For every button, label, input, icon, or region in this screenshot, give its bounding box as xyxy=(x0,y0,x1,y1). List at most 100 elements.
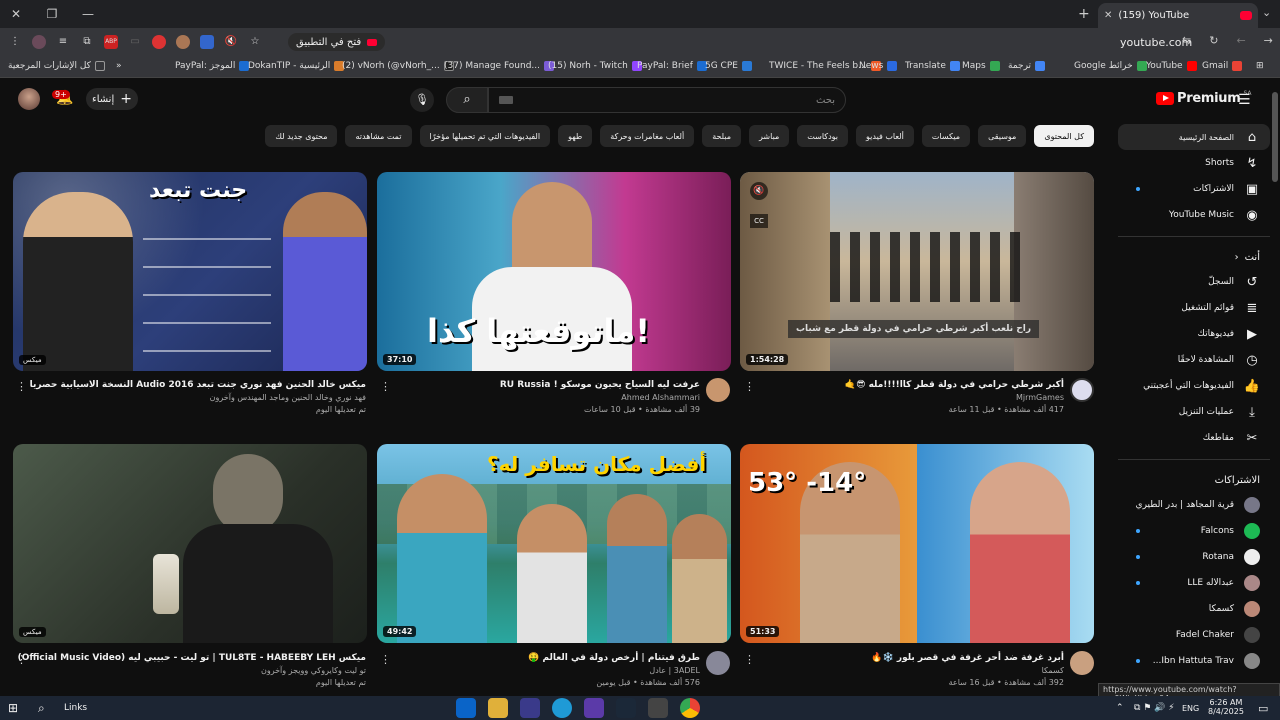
channel-name[interactable]: كسمكا xyxy=(760,666,1064,675)
more-options-icon[interactable]: ⋮ xyxy=(744,653,755,666)
sidebar-item-youtube-music[interactable]: ◉ YouTube Music xyxy=(1118,202,1270,228)
chip-music[interactable]: موسيقى xyxy=(978,125,1027,147)
tray-overflow-icon[interactable]: ⌃ xyxy=(1116,703,1124,713)
tab-search-icon[interactable]: ⌄ xyxy=(1262,6,1271,19)
file-explorer-icon[interactable] xyxy=(488,698,508,718)
bookmark-all[interactable]: كل الإشارات المرجعية xyxy=(8,61,105,71)
channel-name[interactable]: MjrmGames xyxy=(760,393,1064,402)
more-options-icon[interactable]: ⋮ xyxy=(16,653,27,666)
video-title[interactable]: طرق فيتنام | أرخص دولة في العالم 🤑 xyxy=(396,653,700,663)
browser-tab-youtube[interactable]: ✕ (159) YouTube xyxy=(1098,3,1258,28)
clock[interactable]: 6:26 AM 8/4/2025 xyxy=(1208,698,1244,716)
chip-recently-uploaded[interactable]: الفيديوهات التي تم تحميلها مؤخرًا xyxy=(419,125,551,147)
extension-icon[interactable]: ≡ xyxy=(56,35,70,49)
video-title[interactable]: ميكس TUL8TE - HABEEBY LEH | تو ليت - حبي… xyxy=(18,653,366,663)
bookmark-item[interactable]: PayPal: الموجز xyxy=(175,61,250,71)
voice-search-mic-icon[interactable]: 🎙 xyxy=(410,88,434,112)
search-input[interactable]: بحث xyxy=(488,87,846,113)
channel-avatar[interactable] xyxy=(1070,651,1094,675)
bookmark-item[interactable]: News xyxy=(859,61,898,71)
bookmark-item[interactable]: Gmail xyxy=(1202,61,1243,71)
sidebar-sub-item[interactable]: عبدالاله LLE xyxy=(1118,570,1270,596)
extension-blue-icon[interactable] xyxy=(200,35,214,49)
more-options-icon[interactable]: ⋮ xyxy=(380,653,391,666)
sidebar-sub-item[interactable]: Rotana xyxy=(1118,544,1270,570)
apps-grid-icon[interactable]: ⊞ xyxy=(1256,61,1264,71)
bookmark-star-icon[interactable]: ☆ xyxy=(248,35,262,49)
mute-icon[interactable]: 🔇 xyxy=(750,182,768,200)
chip-action-games[interactable]: ألعاب مغامرات وحركة xyxy=(600,125,695,147)
steam-icon[interactable] xyxy=(616,698,636,718)
visual-studio-icon[interactable] xyxy=(584,698,604,718)
app-icon[interactable] xyxy=(520,698,540,718)
sidebar-item-playlists[interactable]: ≣ قوائم التشغيل xyxy=(1118,295,1270,321)
sidebar-sub-item[interactable]: كسمكا xyxy=(1118,596,1270,622)
video-title[interactable]: ميكس خالد الحنين فهد نوري جنت تبعد 2016 … xyxy=(30,380,366,390)
video-thumbnail[interactable]: جنت تبعد ميكس xyxy=(13,172,367,371)
tray-icons[interactable]: ⧉ ⚑ 🔊 ⚡ xyxy=(1134,703,1175,713)
more-options-icon[interactable]: ⋮ xyxy=(380,380,391,393)
extension-grey-icon[interactable]: ▭ xyxy=(128,35,142,49)
chip-watched[interactable]: تمت مشاهدته xyxy=(345,125,412,147)
chip-podcasts[interactable]: بودكاست xyxy=(797,125,849,147)
channel-name[interactable]: فهد نوري وخالد الحنين وماجد المهندس وآخر… xyxy=(30,393,366,402)
bookmark-item[interactable]: ترجمة xyxy=(1008,61,1046,71)
channel-name[interactable]: تو ليت وكايروكي وويجز وآخرون xyxy=(30,666,366,675)
search-button[interactable]: ⌕ xyxy=(446,87,488,113)
bookmark-item[interactable]: (2) vNorh (@vNorh_... xyxy=(342,61,454,71)
more-options-icon[interactable]: ⋮ xyxy=(744,380,755,393)
sidebar-item-your-videos[interactable]: ▶ فيديوهاتك xyxy=(1118,321,1270,347)
video-thumbnail[interactable]: ميكس xyxy=(13,444,367,643)
bookmark-item[interactable]: Maps xyxy=(962,61,1000,71)
edge-icon[interactable] xyxy=(552,698,572,718)
chip-new-to-you[interactable]: محتوى جديد لك xyxy=(265,125,338,147)
video-thumbnail[interactable]: 🔇 CC راح نلعب أكبر شرطي حرامي في دولة قط… xyxy=(740,172,1094,371)
extensions-puzzle-icon[interactable]: ⧉ xyxy=(80,35,94,49)
avatar[interactable] xyxy=(18,88,40,110)
menu-icon[interactable]: ⋮ xyxy=(8,35,22,49)
video-thumbnail[interactable]: أفضل مكان تسافر له؟ 49:42 xyxy=(377,444,731,643)
sidebar-item-subscriptions[interactable]: ▣ الاشتراكات xyxy=(1118,176,1270,202)
chip-video-games[interactable]: ألعاب فيديو xyxy=(856,125,914,147)
channel-avatar[interactable] xyxy=(1070,378,1094,402)
bookmarks-overflow-icon[interactable]: » xyxy=(116,61,122,71)
extension-red-icon[interactable] xyxy=(152,35,166,49)
taskbar-search-icon[interactable]: ⌕ xyxy=(38,701,45,716)
video-title[interactable]: أكبر شرطي حرامي في دولة قطر كاا!!!!مله 😎… xyxy=(760,380,1064,390)
new-tab-icon[interactable]: + xyxy=(1078,6,1090,22)
video-title[interactable]: عرفت ليه السياح يحبون موسكو ! RU Russia xyxy=(396,380,700,390)
sidebar-item-liked-videos[interactable]: 👍 الفيديوهات التي أعجبتني xyxy=(1118,373,1270,399)
sidebar-item-downloads[interactable]: ⤓ عمليات التنزيل xyxy=(1118,399,1270,425)
sidebar-item-watch-later[interactable]: ◷ المشاهدة لاحقًا xyxy=(1118,347,1270,373)
chrome-icon[interactable] xyxy=(680,698,700,718)
app-window-icon[interactable] xyxy=(648,698,668,718)
notification-center-icon[interactable]: ▭ xyxy=(1258,702,1268,715)
video-thumbnail[interactable]: ماتوقعتها كذا! 37:10 xyxy=(377,172,731,371)
guide-menu-icon[interactable]: ☰ xyxy=(1238,92,1251,108)
chip-all[interactable]: كل المحتوى xyxy=(1034,125,1094,147)
site-settings-icon[interactable]: ⇆ xyxy=(1182,34,1191,47)
sidebar-item-history[interactable]: ↺ السجلّ xyxy=(1118,269,1270,295)
sidebar-sub-item[interactable]: Falcons xyxy=(1118,518,1270,544)
more-options-icon[interactable]: ⋮ xyxy=(16,380,27,393)
windows-start-icon[interactable]: ⊞ xyxy=(8,701,18,715)
bookmark-item[interactable]: YouTube xyxy=(1146,61,1197,71)
language-indicator[interactable]: ENG xyxy=(1182,704,1199,713)
chip-mixes[interactable]: ميكسات xyxy=(921,125,971,147)
captions-icon[interactable]: CC xyxy=(750,214,768,228)
profile-avatar-icon[interactable] xyxy=(32,35,46,49)
sidebar-item-home[interactable]: ⌂ الصفحة الرئيسية xyxy=(1118,124,1270,150)
channel-avatar[interactable] xyxy=(706,378,730,402)
forward-icon[interactable]: ← xyxy=(1236,34,1245,47)
bookmark-item[interactable]: (37) Manage Found... xyxy=(444,61,555,71)
bookmark-item[interactable]: (15) Norh - Twitch xyxy=(548,61,642,71)
sidebar-sub-item[interactable]: Fadel Chaker xyxy=(1118,622,1270,648)
keyboard-icon[interactable] xyxy=(499,96,513,104)
taskbar-links-label[interactable]: Links xyxy=(64,703,87,713)
sidebar-item-shorts[interactable]: ↯ Shorts xyxy=(1118,150,1270,176)
close-window-icon[interactable]: ✕ xyxy=(8,7,24,21)
chip-cooking[interactable]: طهو xyxy=(558,125,593,147)
sidebar-item-clips[interactable]: ✂ مقاطعك xyxy=(1118,425,1270,451)
channel-name[interactable]: 3ADEL | عادل xyxy=(396,666,700,675)
mute-tab-icon[interactable]: 🔇 xyxy=(224,35,238,49)
